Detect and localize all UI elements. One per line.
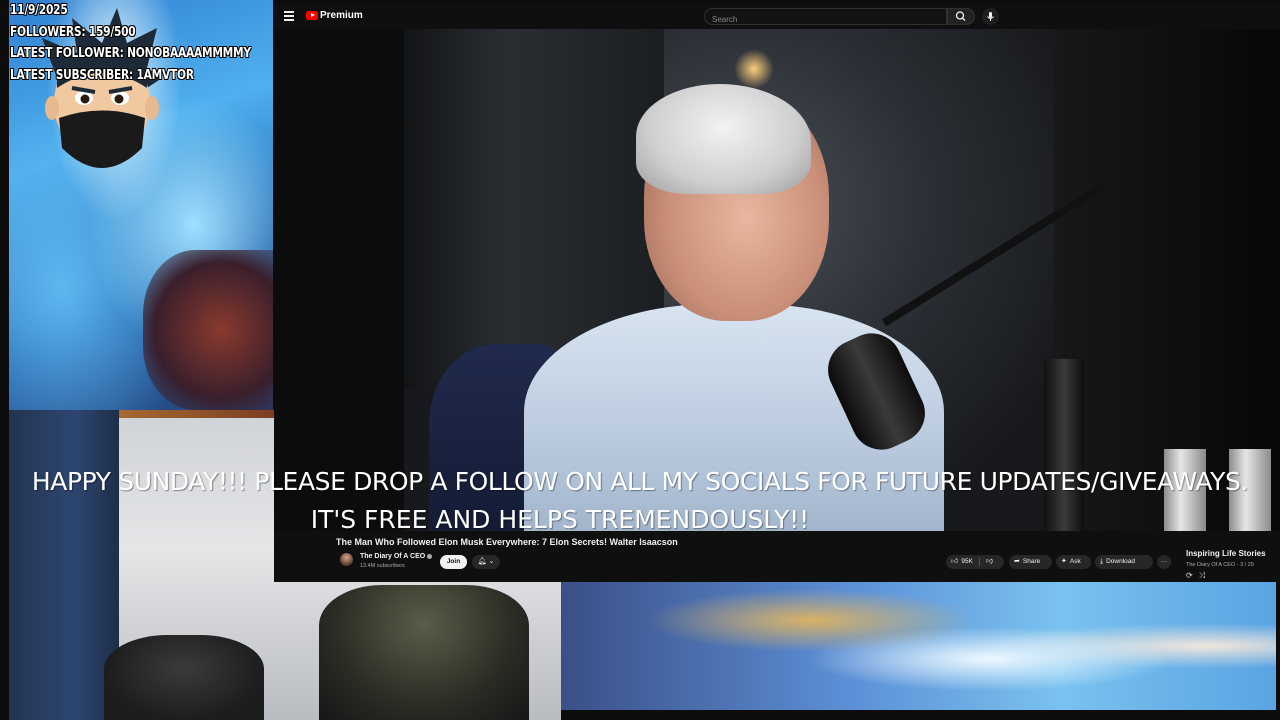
subscribed-bell-button[interactable]: 🔔︎ ⌄ (472, 555, 500, 569)
more-actions-button[interactable]: ··· (1157, 555, 1171, 569)
banner-line-2: IT'S FREE AND HELPS TREMENDOUSLY!! (310, 505, 810, 534)
overlay-art-bottom (561, 582, 1276, 710)
youtube-logo-icon[interactable] (306, 11, 318, 20)
stream-date: 11/9/2025 (10, 3, 68, 18)
share-icon: ➦ (1014, 558, 1020, 565)
like-divider (979, 558, 980, 566)
video-lamp (734, 49, 774, 89)
ask-label: Ask (1069, 558, 1081, 565)
join-button[interactable]: Join (440, 555, 467, 569)
playlist-title: Inspiring Life Stories (1186, 549, 1266, 558)
video-title: The Man Who Followed Elon Musk Everywher… (336, 537, 678, 547)
share-label: Share (1022, 558, 1041, 565)
thumbs-down-icon[interactable]: 👎︎ (986, 555, 993, 569)
webcam-closet (9, 410, 119, 720)
verified-icon (427, 553, 433, 559)
thumbs-up-icon[interactable]: 👍︎ (951, 558, 958, 565)
sparkle-icon: ✦ (1061, 558, 1067, 565)
youtube-topbar: Premium (274, 4, 1280, 29)
search-button[interactable] (947, 8, 975, 25)
download-icon: ⤓ (1100, 558, 1104, 565)
loop-icon[interactable]: ⟳ (1186, 571, 1199, 580)
chevron-down-icon: ⌄ (486, 558, 495, 565)
youtube-brand[interactable]: Premium (320, 10, 363, 21)
webcam-clothes (104, 635, 264, 720)
latest-follower: LATEST FOLLOWER: NONOBAAAAMMMMY (10, 46, 251, 61)
ask-button[interactable]: ✦ Ask (1056, 555, 1091, 569)
menu-icon[interactable] (284, 11, 294, 21)
stream-stats: 11/9/2025 FOLLOWERS: 159/500 LATEST FOLL… (10, 0, 251, 86)
playlist-controls: ⟳⤨ (1186, 571, 1211, 581)
like-count: 95K (961, 558, 973, 565)
banner-line-1: HAPPY SUNDAY!!! PLEASE DROP A FOLLOW ON … (31, 467, 1249, 496)
search-icon (955, 11, 966, 21)
search-box[interactable] (704, 8, 947, 27)
share-button[interactable]: ➦ Share (1009, 555, 1052, 569)
webcam-chair (319, 585, 529, 720)
search-input[interactable] (705, 12, 932, 27)
followers-count: FOLLOWERS: 159/500 (10, 24, 136, 40)
bell-icon: 🔔︎ (477, 558, 487, 565)
subscriber-count: 13.4M subscribers (360, 563, 405, 569)
playlist-subtitle: The Diary Of A CEO - 3 / 29 (1186, 562, 1254, 568)
microphone-icon (987, 12, 994, 21)
download-button[interactable]: ⤓ Download (1095, 555, 1153, 569)
playlist-panel[interactable]: Inspiring Life Stories The Diary Of A CE… (1178, 543, 1280, 582)
voice-search-button[interactable] (982, 8, 999, 25)
like-dislike-group[interactable]: 👍︎ 95K 👎︎ (946, 555, 1004, 569)
latest-subscriber: LATEST SUBSCRIBER: 1AMVTOR (10, 67, 194, 83)
channel-name[interactable]: The Diary Of A CEO (360, 553, 433, 560)
video-person-hair (636, 84, 811, 194)
video-player[interactable] (274, 29, 1280, 531)
overlay-art-shape (143, 250, 273, 410)
channel-avatar[interactable] (340, 553, 353, 566)
download-label: Download (1106, 558, 1136, 565)
shuffle-icon[interactable]: ⤨ (1199, 571, 1211, 580)
